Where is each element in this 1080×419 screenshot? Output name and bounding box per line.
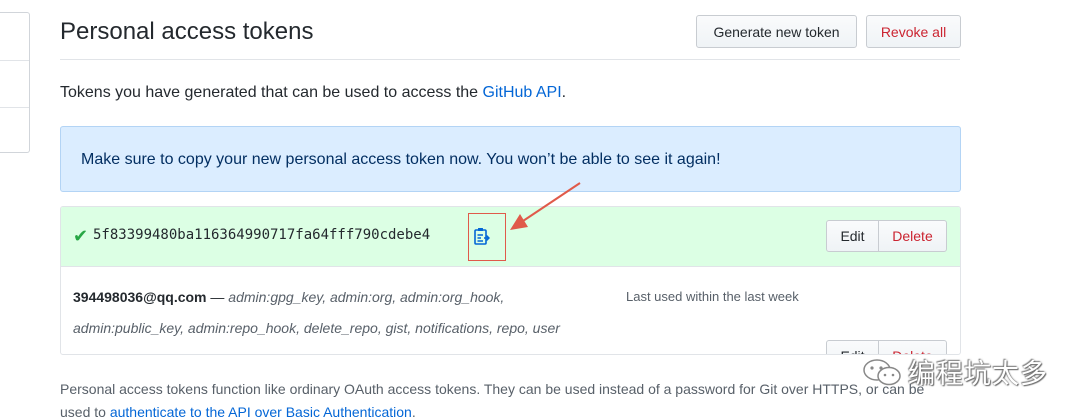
sidebar-divider [0,107,29,108]
token-scopes-line1: 394498036@qq.com — admin:gpg_key, admin:… [73,289,504,305]
owner-separator: — [206,289,225,305]
token-list: ✔ 5f83399480ba116364990717fa64fff790cdeb… [60,206,961,355]
last-used-label: Last used within the last week [626,289,799,304]
flash-message: Make sure to copy your new personal acce… [81,151,721,168]
annotation-highlight-box [468,213,506,261]
intro-prefix: Tokens you have generated that can be us… [60,84,483,101]
token-row: 394498036@qq.com — admin:gpg_key, admin:… [61,267,960,354]
delete-token-button[interactable]: Delete [879,221,946,251]
token-scopes-line2: admin:public_key, admin:repo_hook, delet… [73,320,560,336]
sidebar-divider [0,60,29,61]
github-api-link[interactable]: GitHub API [483,84,562,101]
revoke-all-button[interactable]: Revoke all [866,15,961,48]
page-title: Personal access tokens [60,18,314,45]
flash-notice: Make sure to copy your new personal acce… [60,126,961,192]
footer-line2: used to authenticate to the API over Bas… [60,401,960,419]
header-divider [60,59,960,60]
scopes-text-1: admin:gpg_key, admin:org, admin:org_hook… [228,289,505,305]
wechat-icon [863,358,901,385]
footer-prefix: used to [60,404,110,419]
footer-suffix: . [411,404,416,419]
check-icon: ✔ [73,226,89,246]
generate-new-token-button[interactable]: Generate new token [696,15,857,48]
edit-token-button[interactable]: Edit [827,221,879,251]
watermark: 编程坑太多 [862,352,1048,391]
settings-sidebar [0,12,30,153]
intro-suffix: . [561,84,567,101]
footer-note: Personal access tokens function like ord… [60,378,960,419]
token-row-new: ✔ 5f83399480ba116364990717fa64fff790cdeb… [61,207,960,267]
token-actions: Edit Delete [826,220,947,252]
basic-auth-link[interactable]: authenticate to the API over Basic Authe… [110,404,412,419]
watermark-text: 编程坑太多 [908,359,1048,390]
token-owner: 394498036@qq.com [73,289,207,305]
token-value[interactable]: 5f83399480ba116364990717fa64fff790cdebe4 [93,227,430,243]
footer-line1: Personal access tokens function like ord… [60,381,925,397]
intro-text: Tokens you have generated that can be us… [60,84,566,102]
